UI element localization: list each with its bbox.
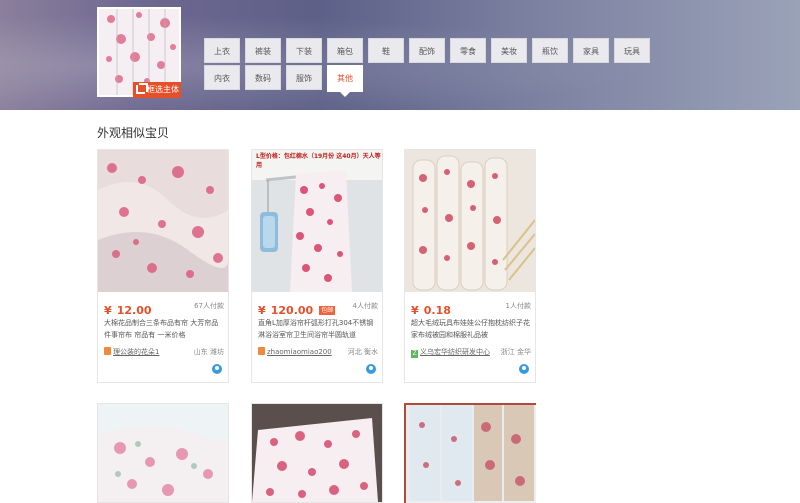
price-symbol: ¥ — [104, 304, 112, 317]
category-chip[interactable]: 箱包 — [327, 38, 363, 63]
product-image-pattern — [405, 150, 535, 292]
category-chip[interactable]: 家具 — [573, 38, 609, 63]
category-chip[interactable]: 鞋 — [368, 38, 404, 63]
product-title[interactable]: 超大毛绒玩具布娃娃公仔抱枕纺织子花家布绒被园和棉服礼品被 — [411, 317, 531, 341]
location: 山东 潍坊 — [193, 348, 224, 356]
category-chip[interactable]: 零食 — [450, 38, 486, 63]
product-card-selected[interactable] — [404, 403, 536, 503]
shop-name[interactable]: 理公装的花朵1 — [113, 348, 159, 356]
category-chip[interactable]: 服饰 — [286, 65, 322, 90]
product-image-pattern — [406, 405, 534, 501]
price-row: ¥ 120.00 包邮 4人付款 — [258, 299, 378, 317]
category-chip[interactable]: 内衣 — [204, 65, 240, 90]
product-image[interactable] — [405, 150, 535, 292]
shop-icon — [104, 347, 111, 355]
product-title[interactable]: 直角L加厚浴帘杆弧形打孔304不锈钢淋浴浴室帘卫生间浴帘半圆轨道 — [258, 317, 378, 341]
price: 12.00 — [116, 304, 152, 317]
select-main-label: 框选主体 — [147, 85, 179, 94]
product-image-pattern — [98, 150, 228, 292]
price-row: ¥ 12.00 67人付款 — [104, 299, 224, 317]
price: 0.18 — [423, 304, 451, 317]
chat-icon[interactable] — [519, 364, 529, 374]
category-chip[interactable]: 瓶饮 — [532, 38, 568, 63]
product-image[interactable]: L型价格：包红棉水（19月份 这40月）天人等用 — [252, 150, 382, 292]
product-image-pattern — [252, 404, 382, 502]
shop-icon — [258, 347, 265, 355]
location: 浙江 金华 — [500, 348, 531, 356]
free-shipping-badge: 包邮 — [319, 306, 336, 315]
price: 120.00 — [270, 304, 314, 317]
sales-count: 1人付款 — [505, 302, 531, 310]
category-chip[interactable]: 配饰 — [409, 38, 445, 63]
shop-name[interactable]: zhaomiaomiao200 — [267, 348, 332, 356]
category-chip[interactable]: 玩具 — [614, 38, 650, 63]
price-row: ¥ 0.18 1人付款 — [411, 299, 531, 317]
chat-icon[interactable] — [366, 364, 376, 374]
product-image-pattern — [98, 404, 228, 502]
category-chip[interactable]: 数码 — [245, 65, 281, 90]
product-image[interactable] — [252, 404, 382, 502]
shop-row: Z 义乌宏华纺织研发中心 浙江 金华 — [411, 347, 531, 359]
product-card[interactable] — [251, 403, 383, 503]
product-card[interactable]: L型价格：包红棉水（19月份 这40月）天人等用 ¥ 120.00 包邮 4人付… — [251, 149, 383, 383]
sales-count: 67人付款 — [194, 302, 224, 310]
section-title: 外观相似宝贝 — [97, 126, 170, 140]
product-card[interactable]: ¥ 12.00 67人付款 大棉花品制合三条布品有帘 大芳帘品件事帘布 帘品有 … — [97, 149, 229, 383]
price-symbol: ¥ — [411, 304, 419, 317]
category-chip[interactable]: 裤装 — [245, 38, 281, 63]
product-title[interactable]: 大棉花品制合三条布品有帘 大芳帘品件事帘布 帘品有 一米价格 — [104, 317, 224, 341]
shop-row: 理公装的花朵1 山东 潍坊 — [104, 347, 224, 359]
shop-row: zhaomiaomiao200 河北 衡水 — [258, 347, 378, 359]
category-chip[interactable]: 上衣 — [204, 38, 240, 63]
category-chip[interactable]: 美妆 — [491, 38, 527, 63]
price-symbol: ¥ — [258, 304, 266, 317]
shop-name[interactable]: 义乌宏华纺织研发中心 — [420, 348, 490, 356]
category-chip[interactable]: 下装 — [286, 38, 322, 63]
chat-icon[interactable] — [212, 364, 222, 374]
location: 河北 衡水 — [347, 348, 378, 356]
select-main-button[interactable]: 框选主体 — [133, 82, 181, 98]
category-chip-active[interactable]: 其他 — [327, 65, 363, 97]
product-image[interactable] — [98, 404, 228, 502]
tmall-icon: Z — [411, 350, 418, 358]
product-card[interactable]: ¥ 0.18 1人付款 超大毛绒玩具布娃娃公仔抱枕纺织子花家布绒被园和棉服礼品被… — [404, 149, 536, 383]
crop-icon — [136, 83, 148, 94]
product-image[interactable] — [98, 150, 228, 292]
product-image-pattern — [252, 150, 382, 292]
product-card[interactable] — [97, 403, 229, 503]
product-image[interactable] — [406, 405, 536, 503]
sales-count: 4人付款 — [352, 302, 378, 310]
image-overlay-text: L型价格：包红棉水（19月份 这40月）天人等用 — [256, 153, 381, 169]
